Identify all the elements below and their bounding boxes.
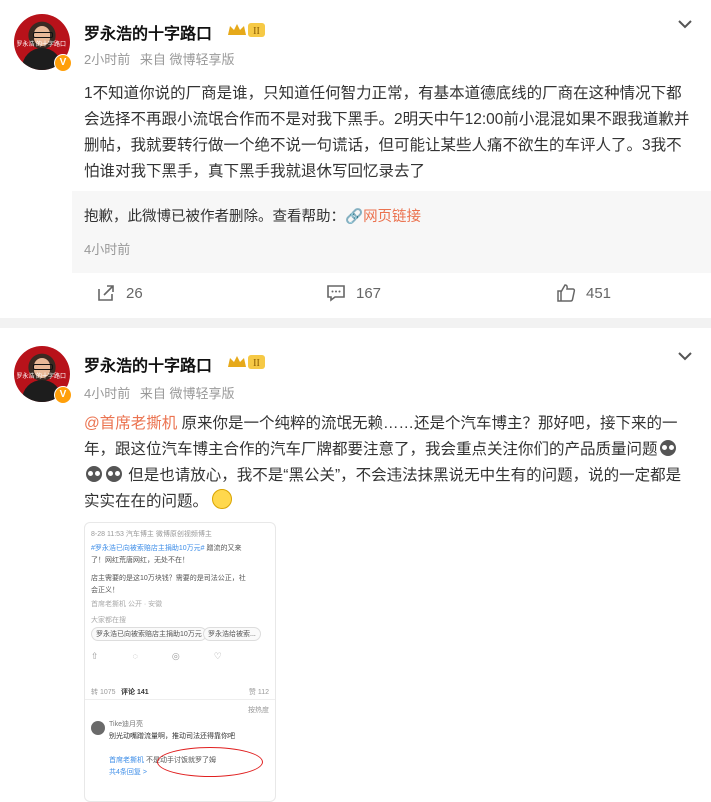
shot-meta: 首席老撕机 公开 · 安徽 [91,601,163,608]
chevron-down-icon[interactable] [677,16,693,32]
level-badge-text: II [253,358,260,369]
action-bar: 26 167 451 [0,283,711,311]
member-crown-icon: II [228,355,265,369]
help-link[interactable]: 🔗网页链接 [345,209,421,225]
shot-tabs: 转 1075 评论 141 赞 112 [85,683,275,700]
shot-line3: 店主需要的是这10万块钱？需要的是司法公正，社 [91,575,246,582]
like-count: 451 [586,284,612,302]
link-icon: 🔗 [345,209,364,225]
deleted-message-text: 抱歉，此微博已被作者删除。查看帮助： [84,209,345,225]
author-name[interactable]: 罗永浩的十字路口 [84,20,212,44]
shot-commenter-avatar [91,721,105,735]
post-text-part2: 但是也请放心，我不是“黑公关”，不会违法抹黑说无中生有的问题，说的一定都是实实在… [84,467,682,510]
verified-badge-icon: V [54,386,72,404]
shot-comment-text: 别光动嘴蹭流量啊，推动司法还得靠你吧 [109,733,235,740]
deleted-message: 抱歉，此微博已被作者删除。查看帮助：🔗网页链接 [84,205,421,226]
verified-badge-icon: V [54,54,72,72]
skull-emoji-icon [86,466,102,482]
post-separator [0,318,711,328]
shot-line2: 了！网红荒唐网红，无处不在！ [91,557,189,564]
share-button[interactable]: 26 [96,283,143,303]
post-text: @首席老撕机 原来你是一个纯粹的流氓无赖……还是个汽车博主？那好吧，接下来的一年… [84,411,694,515]
weibo-post-1: 罗永浩 的十字路口 V 罗永浩的十字路口 II 2小时前 来自 微博轻享版 1不… [0,0,711,318]
chevron-down-icon[interactable] [677,348,693,364]
shot-chip-2: 罗永浩给被索... [203,627,261,641]
comment-count: 167 [356,284,382,302]
member-crown-icon: II [228,23,265,37]
post-source: 来自 微博轻享版 [139,386,235,401]
post-meta: 2小时前 来自 微博轻享版 [84,49,240,68]
attached-screenshot-image[interactable]: 8-28 11:53 汽车博主 微博原创视频博主 #罗永浩已向被索赔店主捐助10… [84,522,276,802]
like-button[interactable]: 451 [556,283,611,303]
shot-more-replies-text: 共4条回复 > [109,769,147,776]
smile-emoji-icon [212,489,233,509]
shot-line1-rest: 蹭流的又来 [204,545,242,552]
shot-hashtag: #罗永浩已向被索赔店主捐助10万元# [91,545,205,552]
shot-line1: #罗永浩已向被索赔店主捐助10万元# 蹭流的又来 [91,543,269,553]
shot-topic-label: 大家都在搜 [91,617,126,624]
level-badge-text: II [253,26,260,37]
skull-emoji-icon [659,440,676,456]
post-time: 4小时前 [84,386,131,401]
repost-time: 4小时前 [84,242,131,257]
shot-action-icons: ⇧◌◎♡ [91,651,256,661]
share-icon [98,285,114,301]
shot-commenter: Tike迪月亮 [109,721,143,728]
deleted-repost-box: 抱歉，此微博已被作者删除。查看帮助：🔗网页链接 4小时前 [72,191,711,273]
shot-sort: 按热度 [248,707,269,714]
mention-link[interactable]: @首席老撕机 [84,415,177,432]
skull-emoji-icon [106,466,122,482]
post-source: 来自 微博轻享版 [139,52,235,67]
help-link-label: 网页链接 [363,209,422,225]
shot-reply-author: 首席老撕机 [109,757,144,764]
shot-header: 8-28 11:53 汽车博主 微博原创视频博主 [91,531,212,538]
shot-line4: 会正义！ [91,587,119,594]
share-count: 26 [126,284,143,302]
author-name[interactable]: 罗永浩的十字路口 [84,352,212,376]
shot-tab-repost: 转 1075 [91,689,116,696]
post-time: 2小时前 [84,52,131,67]
thumbs-up-icon [557,284,576,302]
shot-tab-comment: 评论 141 [121,689,149,696]
comment-icon [327,285,345,302]
weibo-post-2: 罗永浩 的十字路口 V 罗永浩的十字路口 II 4小时前 来自 微博轻享版 @首… [0,328,711,802]
shot-chip-1: 罗永浩已向被索赔店主捐助10万元 [91,627,207,641]
comment-button[interactable]: 167 [326,283,381,303]
shot-tab-like: 赞 112 [248,689,269,696]
post-meta: 4小时前 来自 微博轻享版 [84,383,240,402]
red-annotation-circle [157,747,263,777]
post-text: 1不知道你说的厂商是谁，只知道任何智力正常，有基本道德底线的厂商在这种情况下都会… [84,85,690,180]
